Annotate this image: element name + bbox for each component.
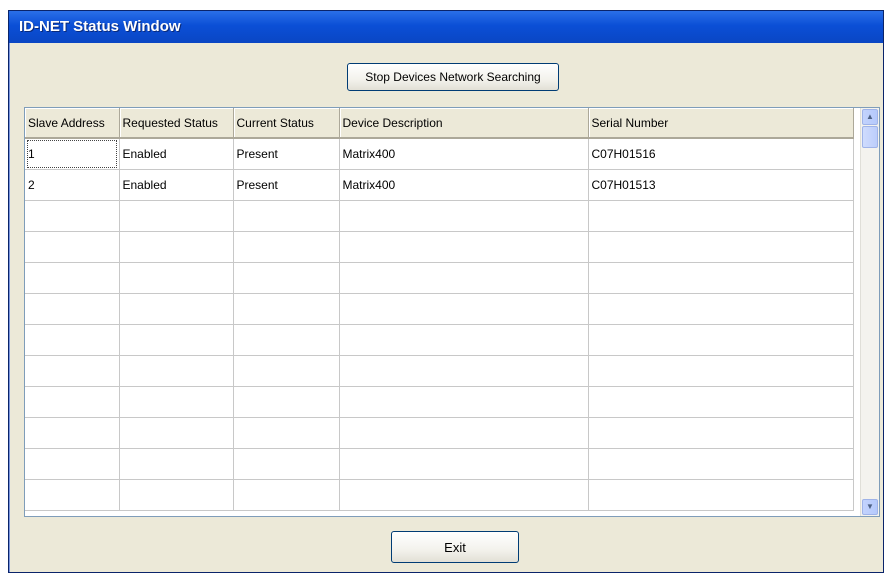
empty-cell[interactable]	[119, 200, 234, 232]
scroll-up-arrow-icon[interactable]: ▲	[862, 109, 878, 125]
empty-cell[interactable]	[233, 355, 340, 387]
empty-cell[interactable]	[25, 479, 120, 511]
empty-cell[interactable]	[588, 417, 854, 449]
empty-table-row[interactable]	[25, 355, 854, 387]
empty-cell[interactable]	[25, 324, 120, 356]
empty-cell[interactable]	[339, 231, 589, 263]
column-header-slave-address[interactable]: Slave Address	[25, 108, 120, 139]
empty-cell[interactable]	[233, 200, 340, 232]
column-header-current-status[interactable]: Current Status	[233, 108, 340, 139]
empty-cell[interactable]	[119, 386, 234, 418]
scroll-down-arrow-icon[interactable]: ▼	[862, 499, 878, 515]
empty-cell[interactable]	[25, 448, 120, 480]
empty-table-row[interactable]	[25, 417, 854, 449]
scrollbar-thumb[interactable]	[862, 126, 878, 148]
cell-device-description[interactable]: Matrix400	[339, 138, 589, 170]
empty-cell[interactable]	[339, 386, 589, 418]
empty-cell[interactable]	[339, 200, 589, 232]
empty-table-row[interactable]	[25, 324, 854, 356]
empty-cell[interactable]	[233, 262, 340, 294]
header-row: Slave Address Requested Status Current S…	[25, 108, 854, 139]
vertical-scrollbar[interactable]: ▲ ▼	[860, 108, 879, 516]
empty-table-row[interactable]	[25, 448, 854, 480]
empty-cell[interactable]	[233, 231, 340, 263]
empty-cell[interactable]	[119, 324, 234, 356]
column-header-device-description[interactable]: Device Description	[339, 108, 589, 139]
empty-cell[interactable]	[339, 479, 589, 511]
stop-network-search-button[interactable]: Stop Devices Network Searching	[347, 63, 559, 91]
empty-cell[interactable]	[233, 448, 340, 480]
empty-cell[interactable]	[588, 262, 854, 294]
cell-device-description[interactable]: Matrix400	[339, 169, 589, 201]
empty-cell[interactable]	[119, 448, 234, 480]
empty-cell[interactable]	[119, 479, 234, 511]
empty-cell[interactable]	[588, 324, 854, 356]
empty-cell[interactable]	[119, 293, 234, 325]
empty-cell[interactable]	[233, 324, 340, 356]
empty-table-row[interactable]	[25, 262, 854, 294]
empty-table-row[interactable]	[25, 231, 854, 263]
cell-slave-address[interactable]: 1	[25, 138, 120, 170]
window-title: ID-NET Status Window	[19, 18, 181, 35]
exit-button[interactable]: Exit	[391, 531, 519, 563]
empty-cell[interactable]	[119, 355, 234, 387]
table-row[interactable]: 1 Enabled Present Matrix400 C07H01516	[25, 138, 854, 170]
empty-cell[interactable]	[339, 293, 589, 325]
empty-table-row[interactable]	[25, 386, 854, 418]
empty-cell[interactable]	[25, 262, 120, 294]
empty-table-row[interactable]	[25, 293, 854, 325]
empty-cell[interactable]	[588, 293, 854, 325]
window-title-bar[interactable]: ID-NET Status Window	[9, 11, 883, 43]
empty-cell[interactable]	[25, 355, 120, 387]
cell-requested-status[interactable]: Enabled	[119, 138, 234, 170]
empty-cell[interactable]	[25, 200, 120, 232]
empty-cell[interactable]	[233, 479, 340, 511]
column-header-requested-status[interactable]: Requested Status	[119, 108, 234, 139]
empty-cell[interactable]	[588, 479, 854, 511]
empty-cell[interactable]	[233, 386, 340, 418]
empty-cell[interactable]	[119, 231, 234, 263]
empty-cell[interactable]	[119, 262, 234, 294]
cell-serial-number[interactable]: C07H01513	[588, 169, 854, 201]
empty-cell[interactable]	[339, 262, 589, 294]
column-header-serial-number[interactable]: Serial Number	[588, 108, 854, 139]
empty-cell[interactable]	[233, 417, 340, 449]
empty-cell[interactable]	[339, 448, 589, 480]
empty-table-row[interactable]	[25, 200, 854, 232]
cell-current-status[interactable]: Present	[233, 138, 340, 170]
empty-cell[interactable]	[233, 293, 340, 325]
cell-requested-status[interactable]: Enabled	[119, 169, 234, 201]
empty-cell[interactable]	[588, 355, 854, 387]
empty-cell[interactable]	[339, 417, 589, 449]
empty-cell[interactable]	[25, 293, 120, 325]
empty-cell[interactable]	[339, 355, 589, 387]
empty-table-row[interactable]	[25, 479, 854, 511]
status-window: ID-NET Status Window Stop Devices Networ…	[8, 10, 884, 573]
empty-cell[interactable]	[25, 417, 120, 449]
cell-serial-number[interactable]: C07H01516	[588, 138, 854, 170]
empty-cell[interactable]	[588, 200, 854, 232]
empty-cell[interactable]	[588, 231, 854, 263]
empty-cell[interactable]	[25, 386, 120, 418]
empty-cell[interactable]	[339, 324, 589, 356]
empty-cell[interactable]	[588, 386, 854, 418]
table-row[interactable]: 2 Enabled Present Matrix400 C07H01513	[25, 169, 854, 201]
empty-cell[interactable]	[25, 231, 120, 263]
empty-cell[interactable]	[588, 448, 854, 480]
empty-cell[interactable]	[119, 417, 234, 449]
cell-current-status[interactable]: Present	[233, 169, 340, 201]
cell-slave-address[interactable]: 2	[25, 169, 120, 201]
device-table: Slave Address Requested Status Current S…	[25, 108, 854, 511]
device-grid: Slave Address Requested Status Current S…	[24, 107, 880, 517]
